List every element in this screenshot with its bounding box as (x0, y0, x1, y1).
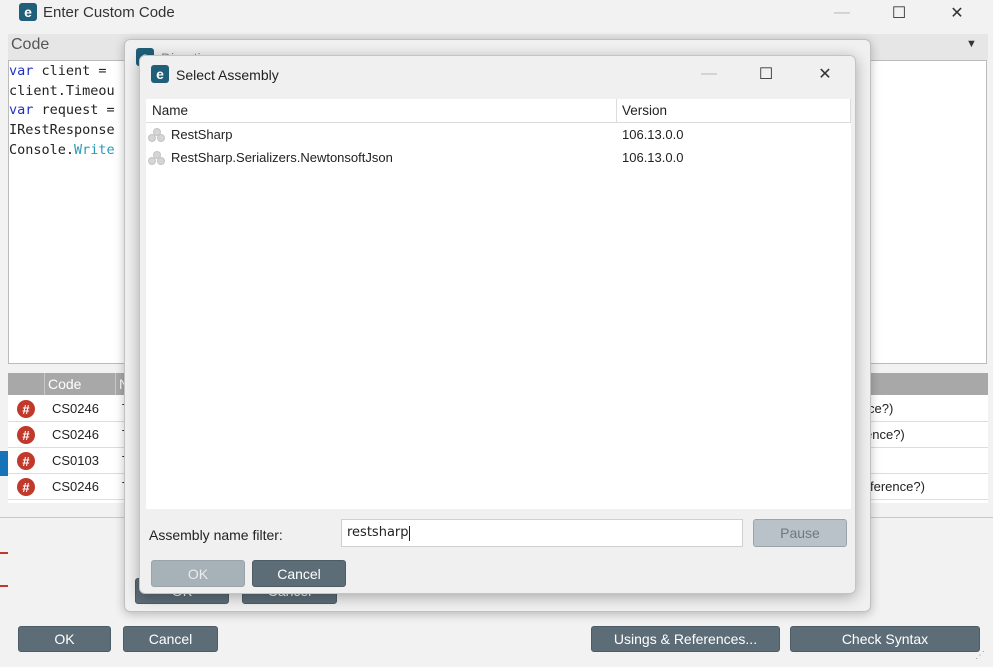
sa-minimize-button[interactable]: — (686, 61, 732, 87)
select-assembly-dialog: e Select Assembly — ☐ ✕ Name Version Res… (139, 55, 856, 594)
assembly-name: RestSharp.Serializers.NewtonsoftJson (171, 150, 393, 165)
code-header-label: Code (11, 36, 50, 53)
list-item[interactable]: RestSharp.Serializers.NewtonsoftJson 106… (146, 147, 851, 169)
text-caret (409, 526, 410, 541)
assembly-filter-input[interactable]: restsharp (341, 519, 743, 547)
maximize-button[interactable]: ☐ (876, 0, 922, 26)
app-logo-icon: e (19, 3, 37, 21)
error-icon: # (17, 400, 35, 418)
main-ok-button[interactable]: OK (18, 626, 111, 652)
assembly-icon (148, 151, 166, 165)
sa-ok-button[interactable]: OK (151, 560, 245, 587)
main-title-bar: e Enter Custom Code — ☐ ✕ (0, 0, 993, 26)
error-icon: # (17, 452, 35, 470)
red-marker-line (0, 552, 8, 554)
error-code: CS0246 (52, 479, 99, 494)
main-window-title: Enter Custom Code (43, 4, 175, 21)
pin-icon[interactable]: ▼ (966, 38, 977, 50)
assembly-list[interactable]: Name Version RestSharp 106.13.0.0 RestSh… (146, 99, 851, 509)
selection-accent (0, 451, 8, 476)
error-code: CS0246 (52, 427, 99, 442)
sa-close-button[interactable]: ✕ (802, 61, 848, 87)
red-marker-line (0, 585, 8, 587)
usings-references-button[interactable]: Usings & References... (591, 626, 780, 652)
code-line: var client = (9, 63, 107, 79)
sa-cancel-button[interactable]: Cancel (252, 560, 346, 587)
code-line: client.Timeou (9, 83, 115, 99)
assembly-name: RestSharp (171, 127, 233, 142)
version-column-header[interactable]: Version (622, 103, 667, 118)
assembly-version: 106.13.0.0 (622, 127, 684, 142)
assembly-filter-label: Assembly name filter: (149, 527, 283, 543)
name-column-header[interactable]: Name (152, 103, 188, 118)
assembly-list-header: Name Version (146, 99, 851, 123)
pause-button[interactable]: Pause (753, 519, 847, 547)
code-column-header[interactable]: Code (48, 376, 81, 392)
filter-input-value: restsharp (347, 525, 409, 540)
check-syntax-button[interactable]: Check Syntax (790, 626, 980, 652)
error-icon: # (17, 478, 35, 496)
error-message-tail: ference?) (870, 479, 925, 494)
sa-maximize-button[interactable]: ☐ (743, 61, 789, 87)
main-cancel-button[interactable]: Cancel (123, 626, 218, 652)
close-button[interactable]: ✕ (934, 0, 980, 26)
error-message-tail: ce?) (868, 401, 894, 416)
resize-grip-icon[interactable]: ⋰ (975, 650, 985, 661)
error-code: CS0103 (52, 453, 99, 468)
minimize-button[interactable]: — (819, 0, 865, 26)
assembly-icon (148, 128, 166, 142)
code-line: Console.Write (9, 142, 115, 158)
select-assembly-logo-icon: e (151, 65, 169, 83)
code-line: IRestResponse (9, 122, 115, 138)
list-item[interactable]: RestSharp 106.13.0.0 (146, 124, 851, 146)
code-line: var request = (9, 102, 115, 118)
error-code: CS0246 (52, 401, 99, 416)
error-icon: # (17, 426, 35, 444)
select-assembly-title: Select Assembly (176, 67, 279, 83)
assembly-version: 106.13.0.0 (622, 150, 684, 165)
